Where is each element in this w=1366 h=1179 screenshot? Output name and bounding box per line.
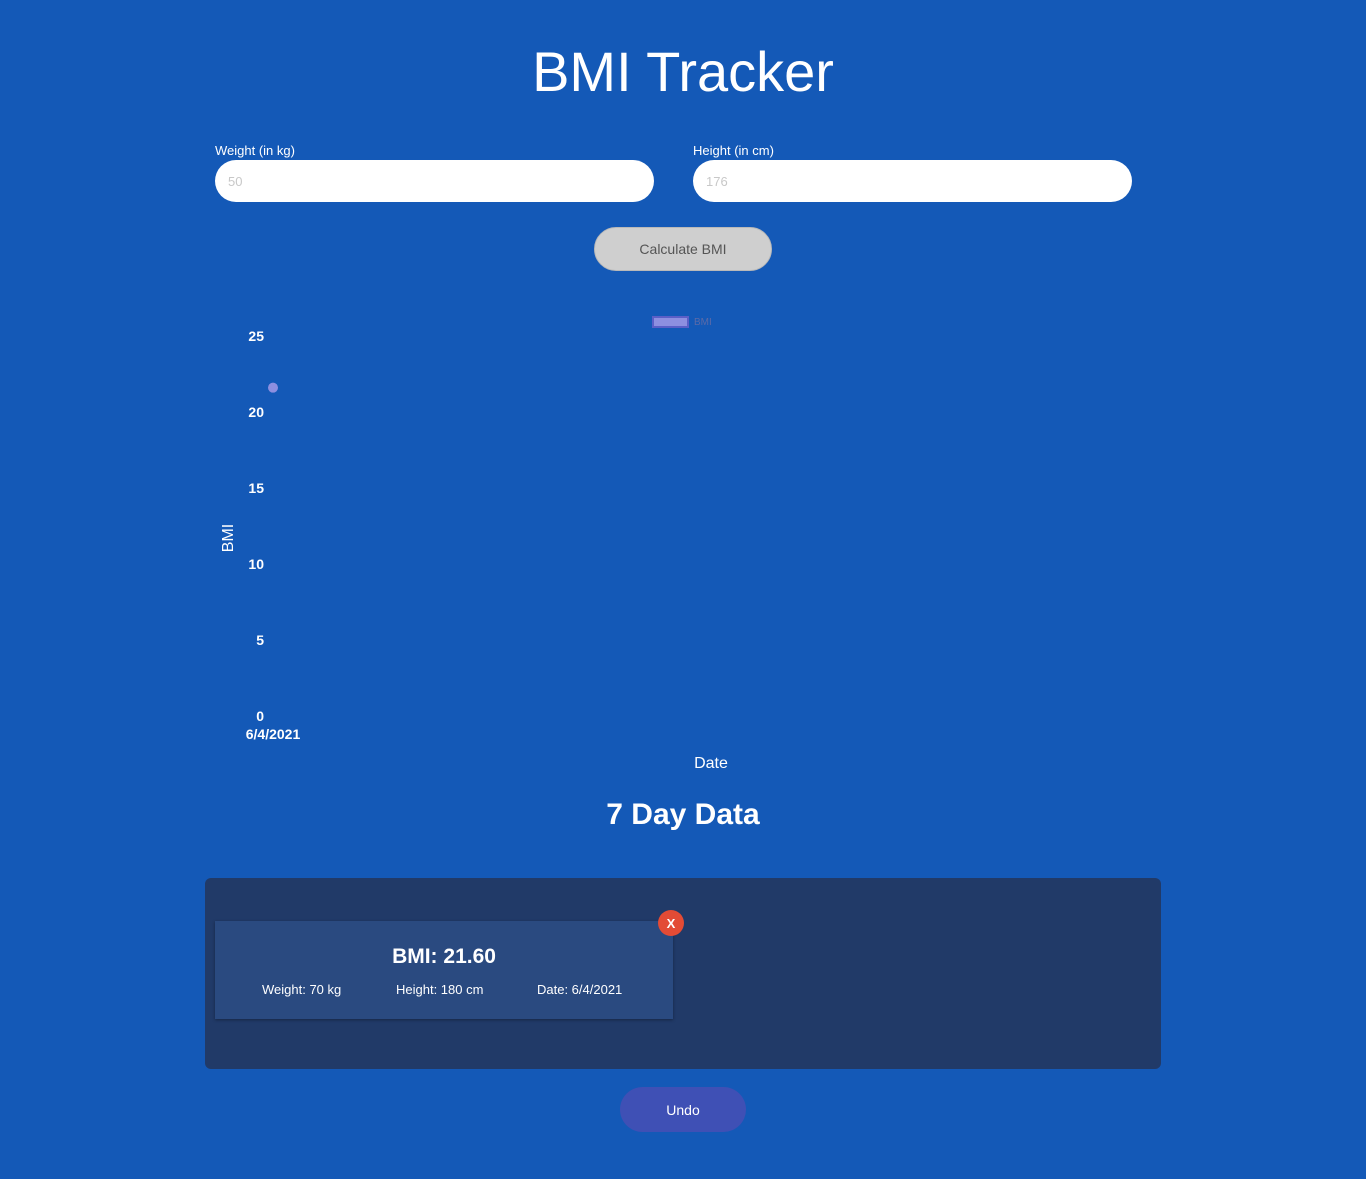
bmi-chart-svg: 0 5 10 15 20 25 6/4/2021 BMI Date BMI — [220, 316, 728, 772]
y-tick-label: 20 — [248, 404, 264, 420]
calculate-bmi-button[interactable]: Calculate BMI — [594, 227, 772, 271]
height-label: Height (in cm) — [693, 143, 774, 158]
y-axis-label: BMI — [220, 524, 237, 552]
y-tick-label: 5 — [256, 632, 264, 648]
weight-field: Weight (in kg) — [215, 143, 654, 202]
y-tick-label: 25 — [248, 328, 264, 344]
weight-input[interactable] — [215, 160, 654, 202]
seven-day-data-title: 7 Day Data — [606, 798, 760, 831]
weight-label: Weight (in kg) — [215, 143, 295, 158]
seven-day-data-panel: BMI: 21.60 Weight: 70 kg Height: 180 cm … — [205, 878, 1161, 1069]
entry-height: Height: 180 cm — [396, 982, 484, 997]
height-field: Height (in cm) — [693, 143, 1132, 202]
entry-weight: Weight: 70 kg — [262, 982, 342, 997]
entry-date: Date: 6/4/2021 — [537, 982, 623, 997]
page-title: BMI Tracker — [532, 40, 834, 103]
bmi-chart: 0 5 10 15 20 25 6/4/2021 BMI Date BMI — [210, 300, 1170, 780]
x-tick-label: 6/4/2021 — [246, 726, 301, 742]
x-axis-label: Date — [694, 755, 728, 772]
y-tick-label: 15 — [248, 480, 264, 496]
undo-button[interactable]: Undo — [620, 1087, 746, 1132]
legend-swatch — [652, 316, 689, 328]
y-tick-label: 10 — [248, 556, 264, 572]
legend-label: BMI — [694, 317, 712, 328]
page: BMI Tracker Weight (in kg) Height (in cm… — [0, 0, 1366, 1179]
delete-entry-button[interactable]: X — [658, 910, 684, 936]
entry-bmi-value: BMI: 21.60 — [392, 945, 496, 968]
data-point — [268, 382, 278, 393]
bmi-entry-card: BMI: 21.60 Weight: 70 kg Height: 180 cm … — [215, 921, 673, 1019]
entry-details: Weight: 70 kg Height: 180 cm Date: 6/4/2… — [215, 981, 673, 999]
height-input[interactable] — [693, 160, 1132, 202]
y-tick-label: 0 — [256, 708, 264, 724]
